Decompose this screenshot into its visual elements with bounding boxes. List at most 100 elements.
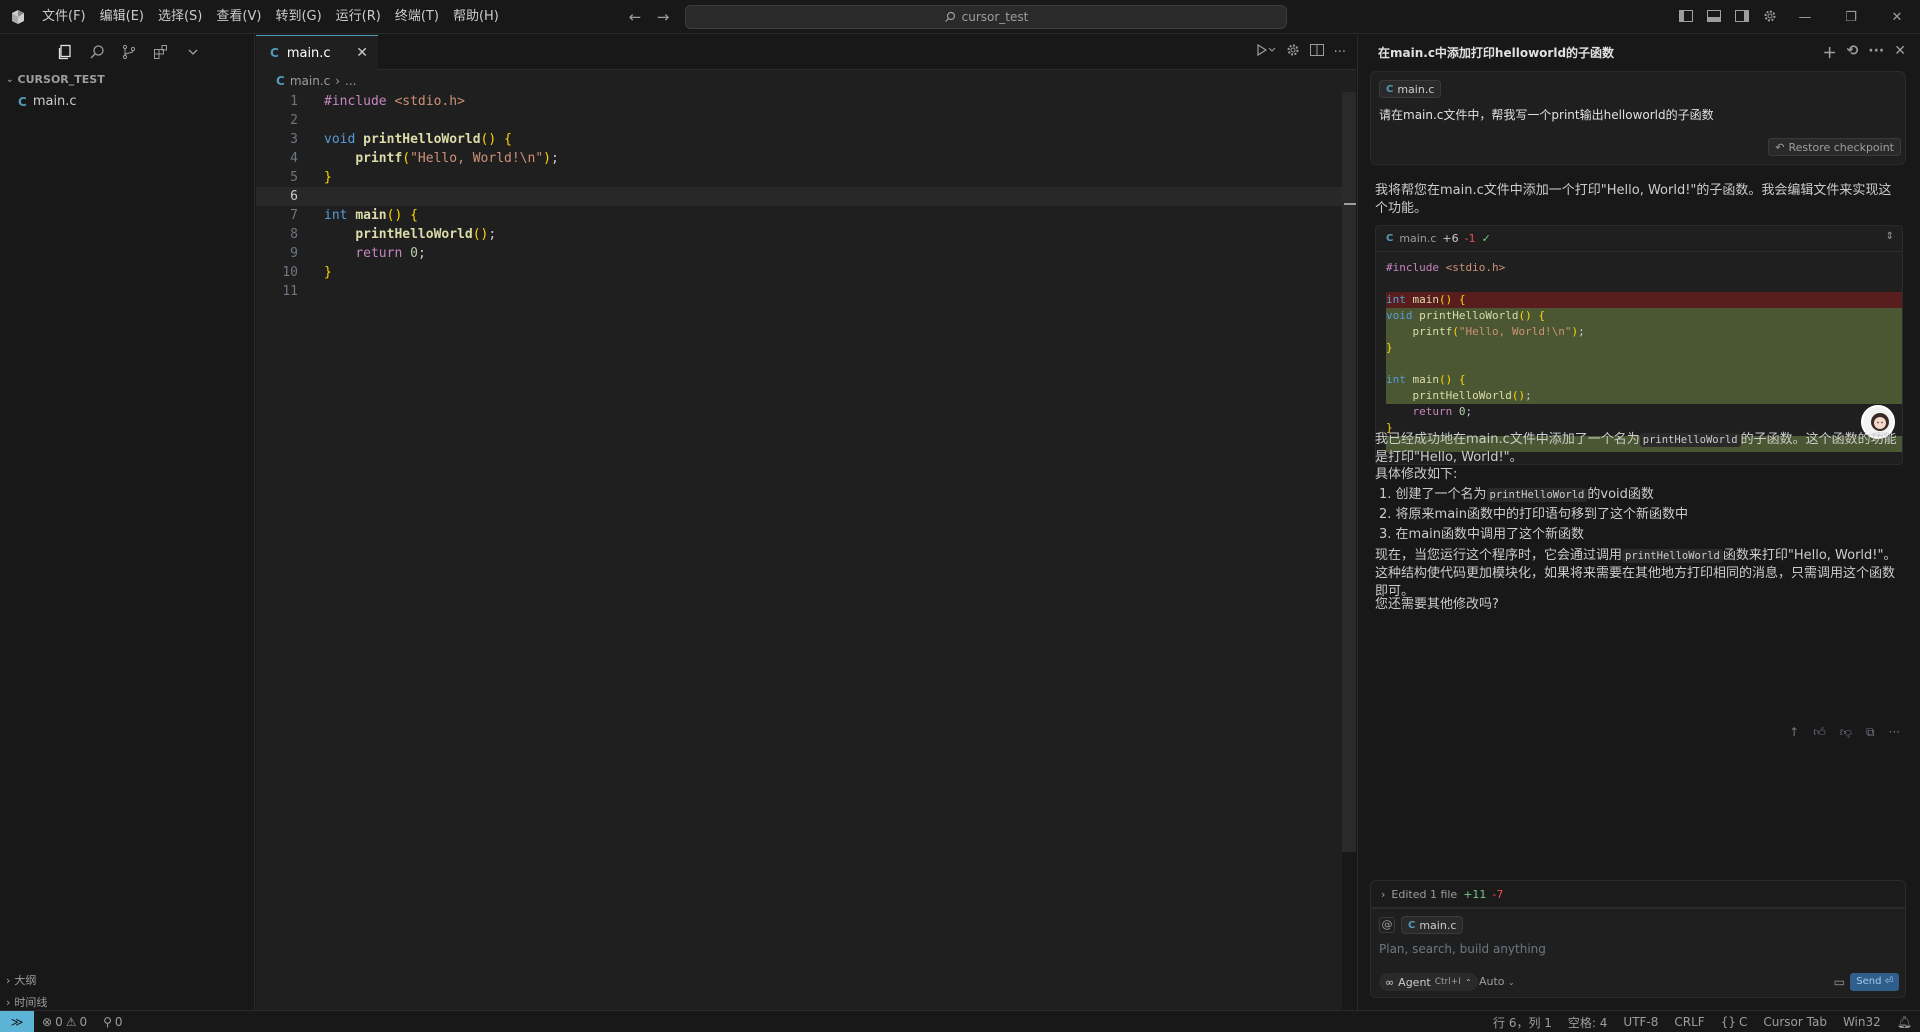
toggle-secondary-sidebar-icon[interactable] <box>1732 6 1752 26</box>
search-icon[interactable] <box>88 43 106 61</box>
more-icon[interactable]: ··· <box>1334 45 1346 60</box>
line-ending[interactable]: CRLF <box>1666 1011 1712 1032</box>
platform[interactable]: Win32 <box>1835 1011 1889 1032</box>
menu-terminal[interactable]: 终端(T) <box>388 6 446 28</box>
tab-label: main.c <box>286 45 331 61</box>
diff-line-added: } <box>1386 340 1902 356</box>
chat-input[interactable] <box>1379 939 1879 959</box>
thumbs-up-icon[interactable]: 👍︎ <box>1813 725 1826 740</box>
code-line: 5} <box>290 170 332 185</box>
close-window-icon[interactable]: ✕ <box>1874 0 1920 34</box>
file-name: main.c <box>32 94 77 109</box>
code-line: 10} <box>282 265 332 280</box>
menu-file[interactable]: 文件(F) <box>35 6 93 28</box>
breadcrumb-more[interactable]: ... <box>345 70 356 92</box>
breadcrumb-file[interactable]: main.c <box>290 70 330 92</box>
encoding[interactable]: UTF-8 <box>1615 1011 1666 1032</box>
menu-view[interactable]: 查看(V) <box>209 6 268 28</box>
tab-main-c[interactable]: C main.c ✕ <box>256 35 378 70</box>
chevron-down-icon[interactable] <box>184 43 202 61</box>
diff-header[interactable]: C main.c +6 -1 ✓ ⇕ <box>1376 226 1902 252</box>
edited-added: +11 <box>1463 887 1487 901</box>
agent-mode-selector[interactable]: ∞ Agent Ctrl+I ⌃ <box>1379 973 1478 991</box>
timeline-label: 时间线 <box>14 996 48 1009</box>
menu-edit[interactable]: 编辑(E) <box>93 6 151 28</box>
cursor-position[interactable]: 行 6，列 1 <box>1485 1011 1560 1032</box>
files-icon[interactable] <box>56 43 74 61</box>
diff-line-added <box>1386 356 1902 372</box>
changes-heading: 具体修改如下: <box>1375 467 1458 482</box>
close-icon[interactable]: ✕ <box>356 45 368 61</box>
edited-files-summary[interactable]: › Edited 1 file +11 -7 <box>1370 880 1906 908</box>
send-button[interactable]: Send ⏎ <box>1850 973 1899 991</box>
thumbs-down-icon[interactable]: 👎︎ <box>1840 725 1852 740</box>
diff-line-removed: int main() { <box>1386 292 1902 308</box>
back-arrow-icon[interactable]: ← <box>626 8 644 26</box>
expand-icon[interactable]: ⇕ <box>1886 231 1894 242</box>
scrollbar-cursor-marker <box>1344 203 1356 205</box>
command-center-search[interactable]: cursor_test <box>685 5 1287 29</box>
bell-icon[interactable]: 🔔︎ <box>1889 1011 1920 1032</box>
code-editor[interactable]: 1 #include <stdio.h> 2 3 void printHelloWo… <box>256 92 1342 1010</box>
infinity-icon: ∞ <box>1385 975 1395 989</box>
chat-header: 在main.c中添加打印helloworld的子函数 ＋ ⟲ ··· ✕ <box>1358 35 1920 69</box>
history-icon[interactable]: ⟲ <box>1847 43 1859 63</box>
minimize-icon[interactable]: — <box>1782 0 1828 34</box>
warning-icon: ⚠ <box>65 1014 77 1029</box>
cursor-tab[interactable]: Cursor Tab <box>1755 1011 1835 1032</box>
indentation[interactable]: 空格: 4 <box>1560 1011 1616 1032</box>
source-control-icon[interactable] <box>120 43 138 61</box>
forward-arrow-icon[interactable]: → <box>654 8 672 26</box>
scroll-up-icon[interactable]: ↑ <box>1789 725 1799 740</box>
toggle-primary-sidebar-icon[interactable] <box>1676 6 1696 26</box>
menu-selection[interactable]: 选择(S) <box>151 6 209 28</box>
more-icon[interactable]: ··· <box>1889 725 1900 740</box>
restore-icon[interactable]: ❐ <box>1828 0 1874 34</box>
editor-scrollbar[interactable] <box>1342 92 1356 852</box>
chat-composer: @ C main.c ∞ Agent Ctrl+I ⌃ Auto ⌄ ▭ Sen… <box>1370 908 1906 998</box>
assistant-outro: 现在，当您运行这个程序时，它会通过调用 printHelloWorld 函数来打印"… <box>1375 548 1897 599</box>
restore-checkpoint-button[interactable]: ↶ Restore checkpoint <box>1768 138 1901 156</box>
plus-icon[interactable]: ＋ <box>1823 43 1837 63</box>
ports-indicator[interactable]: ⚲ 0 <box>95 1011 130 1032</box>
remote-icon[interactable]: ≫ <box>0 1010 34 1032</box>
split-editor-icon[interactable] <box>1309 43 1324 61</box>
extensions-icon[interactable] <box>152 43 170 61</box>
gear-icon[interactable] <box>1760 6 1780 26</box>
diff-added-count: +6 <box>1442 232 1459 245</box>
chat-title[interactable]: 在main.c中添加打印helloworld的子函数 <box>1378 44 1614 61</box>
code-line: 9 return 0; <box>290 246 426 261</box>
image-icon[interactable]: ▭ <box>1834 975 1845 989</box>
context-file-chip[interactable]: C main.c <box>1379 80 1442 98</box>
run-icon[interactable] <box>1256 43 1276 61</box>
context-file-chip[interactable]: C main.c <box>1401 916 1464 934</box>
language-mode[interactable]: {} C <box>1713 1011 1756 1032</box>
c-file-icon: C <box>276 74 285 88</box>
menu-run[interactable]: 运行(R) <box>329 6 388 28</box>
close-icon[interactable]: ✕ <box>1894 43 1906 63</box>
menu-go[interactable]: 转到(G) <box>268 6 328 28</box>
explorer-project-header[interactable]: ⌄ CURSOR_TEST <box>0 69 254 91</box>
status-bar: ≫ ⊗ 0 ⚠ 0 ⚲ 0 行 6，列 1 空格: 4 UTF-8 CRLF {} C … <box>0 1010 1920 1032</box>
project-name: CURSOR_TEST <box>17 73 105 86</box>
menu-help[interactable]: 帮助(H) <box>446 6 506 28</box>
search-icon <box>944 11 956 23</box>
gear-icon[interactable] <box>1286 43 1300 61</box>
problems-indicator[interactable]: ⊗ 0 ⚠ 0 <box>34 1011 95 1032</box>
file-tree-item[interactable]: C main.c <box>0 91 254 113</box>
assistant-question: 您还需要其他修改吗? <box>1375 597 1499 612</box>
code-diff-block: C main.c +6 -1 ✓ ⇕ #include <stdio.h> in… <box>1375 225 1903 465</box>
diff-line: #include <stdio.h> <box>1386 261 1506 274</box>
outline-section[interactable]: › 大纲 <box>0 969 254 991</box>
code-line: 1 #include <stdio.h> <box>290 94 465 109</box>
error-icon: ⊗ <box>42 1014 53 1029</box>
inline-code: printHelloWorld <box>1486 488 1588 502</box>
user-message-bubble[interactable]: C main.c 请在main.c文件中，帮我写一个print输出hellowo… <box>1370 71 1906 165</box>
copy-icon[interactable]: ⧉ <box>1866 725 1875 740</box>
model-selector[interactable]: Auto ⌄ <box>1479 973 1515 991</box>
more-icon[interactable]: ··· <box>1868 43 1884 63</box>
edited-removed: -7 <box>1492 887 1504 901</box>
toggle-panel-icon[interactable] <box>1704 6 1724 26</box>
add-context-icon[interactable]: @ <box>1379 917 1395 933</box>
inline-code: printHelloWorld <box>1639 433 1741 447</box>
